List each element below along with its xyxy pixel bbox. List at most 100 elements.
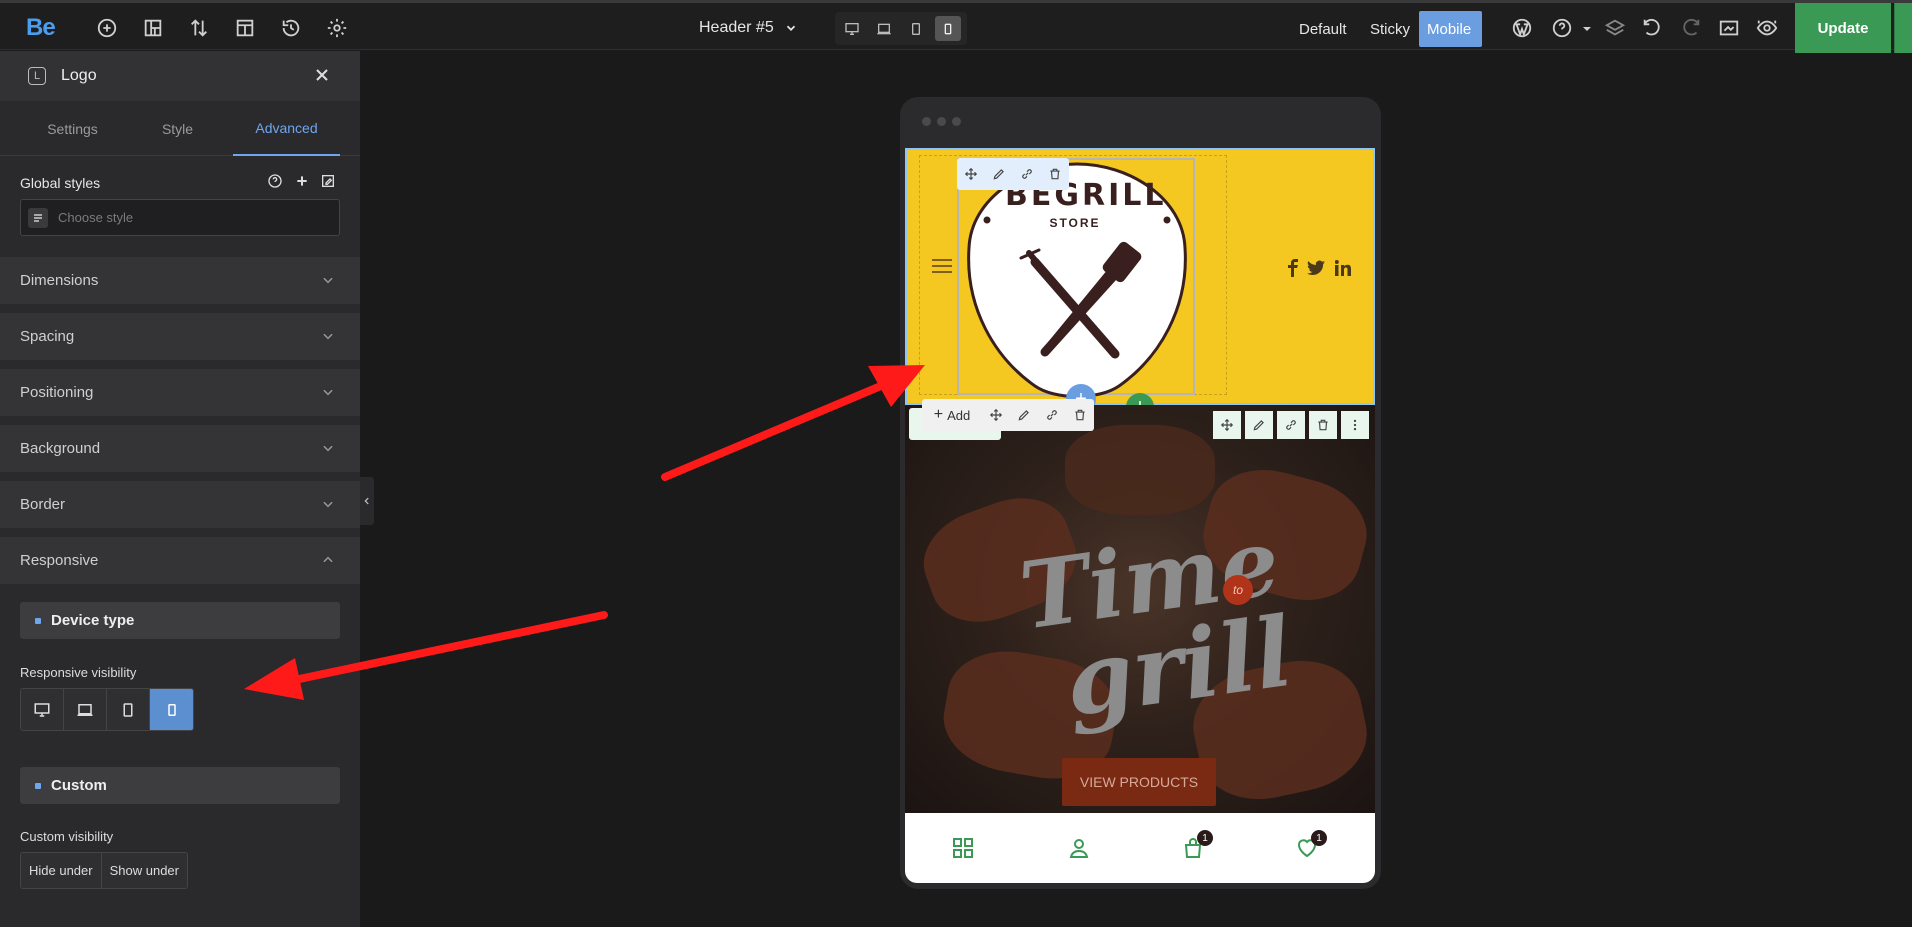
brand-logo[interactable]: Be xyxy=(26,14,56,42)
logo-element-toolbar xyxy=(957,158,1069,190)
twitter-icon[interactable] xyxy=(1307,260,1325,276)
facebook-icon[interactable] xyxy=(1286,259,1300,277)
section-label: Border xyxy=(20,496,66,513)
section-responsive[interactable]: Responsive xyxy=(0,537,360,584)
desktop-icon[interactable] xyxy=(839,16,865,41)
section-label: Spacing xyxy=(20,328,75,345)
visibility-tablet-icon[interactable] xyxy=(107,689,150,730)
visibility-mobile-icon[interactable] xyxy=(150,689,193,730)
device-type-label: Device type xyxy=(51,612,135,629)
section-positioning[interactable]: Positioning xyxy=(0,369,360,416)
sort-icon[interactable] xyxy=(188,17,210,39)
close-icon[interactable] xyxy=(312,65,332,85)
duplicate-icon[interactable] xyxy=(1013,160,1041,188)
mode-default[interactable]: Default xyxy=(1291,11,1355,47)
tablet-icon[interactable] xyxy=(903,16,929,41)
eye-icon[interactable] xyxy=(1756,17,1778,39)
duplicate-icon[interactable] xyxy=(1277,411,1305,439)
window-dots xyxy=(922,117,961,126)
visibility-laptop-icon[interactable] xyxy=(64,689,107,730)
edit-icon[interactable] xyxy=(1010,401,1038,429)
edit-icon[interactable] xyxy=(1245,411,1273,439)
visibility-desktop-icon[interactable] xyxy=(21,689,64,730)
cart-count-badge: 1 xyxy=(1197,830,1213,846)
hamburger-icon[interactable] xyxy=(931,257,953,275)
section-label: Responsive xyxy=(20,552,99,569)
user-icon[interactable] xyxy=(1067,836,1093,862)
hero-section[interactable]: Time grill to xyxy=(905,405,1378,813)
chevron-up-icon xyxy=(323,556,333,563)
laptop-icon[interactable] xyxy=(871,16,897,41)
add-button[interactable]: + Add xyxy=(922,401,982,429)
custom-visibility-label: Custom visibility xyxy=(20,829,114,844)
wordpress-icon[interactable] xyxy=(1511,17,1533,39)
section-label: Dimensions xyxy=(20,272,99,289)
caret-down-icon[interactable] xyxy=(1576,17,1591,39)
more-icon[interactable] xyxy=(1341,411,1369,439)
chevron-down-icon xyxy=(786,25,795,31)
collapse-sidebar-button[interactable] xyxy=(360,477,374,525)
mobile-icon[interactable] xyxy=(935,16,961,41)
element-title: Logo xyxy=(61,67,97,84)
chevron-down-icon xyxy=(323,389,333,396)
logo-element-icon: L xyxy=(28,67,46,85)
mode-mobile[interactable]: Mobile xyxy=(1419,11,1482,47)
header-name: Header #5 xyxy=(699,19,774,36)
hide-under-button[interactable]: Hide under xyxy=(21,853,102,888)
tab-settings[interactable]: Settings xyxy=(20,101,125,156)
section-background[interactable]: Background xyxy=(0,425,360,472)
undo-icon[interactable] xyxy=(1641,17,1663,39)
template-icon[interactable] xyxy=(234,17,256,39)
linkedin-icon[interactable] xyxy=(1335,260,1351,276)
chevron-down-icon xyxy=(323,445,333,452)
global-styles-label: Global styles xyxy=(20,175,101,191)
gear-icon[interactable] xyxy=(326,17,348,39)
history-icon[interactable] xyxy=(280,17,302,39)
update-button[interactable]: Update xyxy=(1795,3,1891,53)
tab-advanced[interactable]: Advanced xyxy=(233,101,340,156)
move-icon[interactable] xyxy=(957,160,985,188)
tab-style[interactable]: Style xyxy=(125,101,230,156)
layers-icon[interactable] xyxy=(1604,17,1626,39)
section-spacing[interactable]: Spacing xyxy=(0,313,360,360)
logo-subtitle: STORE xyxy=(1049,216,1101,230)
section-label: Positioning xyxy=(20,384,94,401)
header-row[interactable]: BEGRILL STORE xyxy=(905,148,1375,405)
choose-style-select[interactable]: Choose style xyxy=(20,199,340,236)
grid-icon[interactable] xyxy=(951,836,977,862)
heart-icon[interactable]: 1 xyxy=(1295,830,1327,862)
update-options-button[interactable] xyxy=(1894,3,1912,53)
delete-icon[interactable] xyxy=(1309,411,1337,439)
add-label: Add xyxy=(947,407,971,423)
top-toolbar: Be Header #5 Default Sticky Mobile Updat… xyxy=(0,0,1912,53)
section-dimensions[interactable]: Dimensions xyxy=(0,257,360,304)
header-selector[interactable]: Header #5 xyxy=(699,19,798,37)
delete-icon[interactable] xyxy=(1041,160,1069,188)
view-products-button[interactable]: VIEW PRODUCTS xyxy=(1062,758,1216,806)
settings-sidebar: L Logo Settings Style Advanced Global st… xyxy=(0,51,360,927)
plus-circle-icon[interactable] xyxy=(96,17,118,39)
layout-icon[interactable] xyxy=(142,17,164,39)
edit-style-icon[interactable] xyxy=(320,173,338,191)
cart-icon[interactable]: 1 xyxy=(1181,830,1213,862)
move-icon[interactable] xyxy=(1213,411,1241,439)
custom-visibility-toggle: Hide under Show under xyxy=(20,852,188,889)
custom-header: Custom xyxy=(20,767,340,804)
device-type-header: Device type xyxy=(20,602,340,639)
preview-icon[interactable] xyxy=(1718,17,1740,39)
duplicate-icon[interactable] xyxy=(1038,401,1066,429)
bullet-icon xyxy=(35,618,41,624)
delete-icon[interactable] xyxy=(1066,401,1094,429)
wishlist-count-badge: 1 xyxy=(1311,830,1327,846)
sidebar-header: L Logo xyxy=(0,51,360,101)
section-border[interactable]: Border xyxy=(0,481,360,528)
help-icon[interactable] xyxy=(1551,17,1573,39)
mode-sticky[interactable]: Sticky xyxy=(1362,11,1418,47)
add-style-icon[interactable] xyxy=(294,173,312,191)
help-icon[interactable] xyxy=(267,173,285,191)
redo-icon[interactable] xyxy=(1680,17,1702,39)
move-icon[interactable] xyxy=(982,401,1010,429)
edit-icon[interactable] xyxy=(985,160,1013,188)
show-under-button[interactable]: Show under xyxy=(101,853,187,888)
sidebar-tabs: Settings Style Advanced xyxy=(0,101,360,156)
